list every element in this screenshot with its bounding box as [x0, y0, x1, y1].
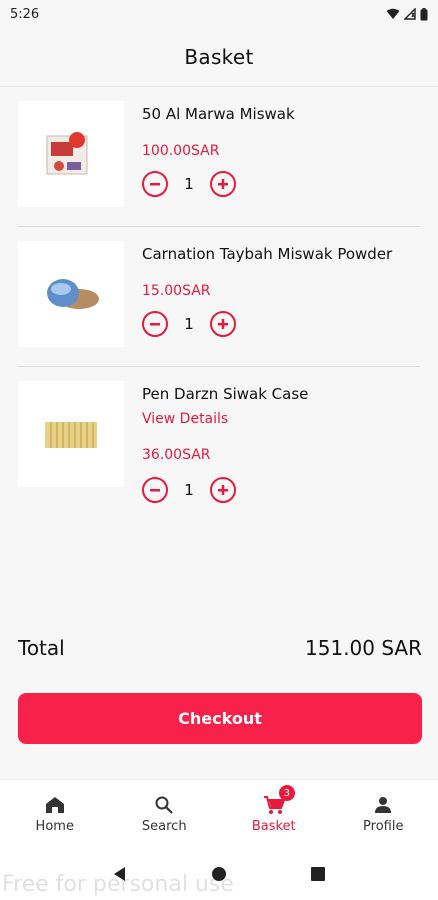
home-circle-icon[interactable] [211, 866, 227, 882]
product-price: 36.00SAR [142, 447, 211, 463]
signal-icon [404, 8, 416, 20]
wifi-icon [386, 8, 400, 19]
quantity-value: 1 [184, 315, 194, 333]
basket-item[interactable]: 50 Al Marwa Miswak 100.00SAR 1 [18, 87, 420, 227]
status-bar: 5:26 [0, 0, 438, 28]
decrease-quantity-button[interactable] [142, 311, 168, 337]
minus-icon [150, 323, 160, 326]
status-icons [386, 7, 428, 21]
total-row: Total 151.00 SAR [18, 636, 422, 660]
person-icon [375, 797, 392, 813]
nav-label: Home [35, 819, 74, 834]
bottom-nav: Home Search 3 Basket Profile [0, 779, 438, 847]
nav-item-profile[interactable]: Profile [329, 780, 438, 847]
product-price: 100.00SAR [142, 143, 220, 159]
battery-icon [420, 7, 428, 20]
product-price: 15.00SAR [142, 283, 211, 299]
product-name: Carnation Taybah Miswak Powder [142, 245, 393, 263]
minus-icon [150, 489, 160, 492]
status-time: 5:26 [10, 6, 40, 22]
home-icon [45, 797, 64, 813]
product-image[interactable] [18, 241, 124, 347]
increase-quantity-button[interactable] [210, 171, 236, 197]
checkout-button[interactable]: Checkout [18, 693, 422, 744]
quantity-stepper: 1 [142, 311, 236, 337]
plus-icon [218, 485, 228, 495]
minus-icon [150, 183, 160, 186]
system-nav-bar [0, 847, 438, 900]
basket-item[interactable]: Pen Darzn Siwak Case View Details 36.00S… [18, 367, 420, 537]
increase-quantity-button[interactable] [210, 311, 236, 337]
quantity-value: 1 [184, 175, 194, 193]
quantity-value: 1 [184, 481, 194, 499]
nav-item-search[interactable]: Search [110, 780, 220, 847]
quantity-stepper: 1 [142, 477, 236, 503]
plus-icon [218, 179, 228, 189]
page-title: Basket [184, 45, 254, 69]
product-name: 50 Al Marwa Miswak [142, 105, 295, 123]
basket-item[interactable]: Carnation Taybah Miswak Powder 15.00SAR … [18, 227, 420, 367]
product-name: Pen Darzn Siwak Case [142, 385, 309, 403]
product-image[interactable] [18, 101, 124, 207]
back-icon[interactable] [112, 866, 128, 882]
app-header: Basket [0, 28, 438, 86]
plus-icon [218, 319, 228, 329]
nav-item-home[interactable]: Home [0, 780, 110, 847]
product-image[interactable] [18, 381, 124, 487]
recents-icon[interactable] [310, 866, 326, 882]
total-label: Total [18, 636, 65, 660]
nav-label: Search [141, 819, 187, 834]
search-icon [155, 796, 174, 814]
nav-label: Profile [363, 819, 404, 834]
decrease-quantity-button[interactable] [142, 171, 168, 197]
basket-list: 50 Al Marwa Miswak 100.00SAR 1 Carnation… [0, 87, 438, 537]
quantity-stepper: 1 [142, 171, 236, 197]
increase-quantity-button[interactable] [210, 477, 236, 503]
total-value: 151.00 SAR [305, 636, 422, 660]
decrease-quantity-button[interactable] [142, 477, 168, 503]
nav-item-basket[interactable]: 3 Basket [219, 780, 329, 847]
cart-badge: 3 [278, 785, 295, 801]
nav-label: Basket [251, 819, 296, 834]
view-details-link[interactable]: View Details [142, 411, 228, 427]
